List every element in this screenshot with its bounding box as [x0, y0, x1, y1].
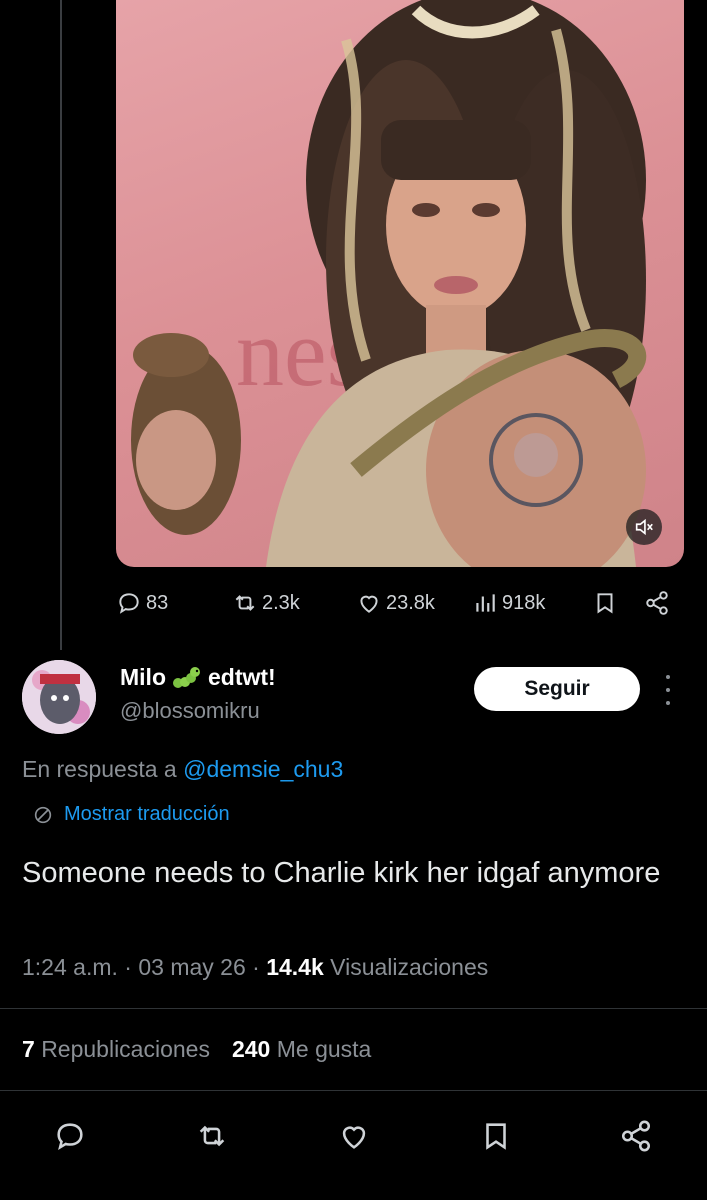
- repost-icon: [235, 595, 255, 611]
- reply-button[interactable]: [46, 1112, 94, 1160]
- share-icon: [621, 1120, 651, 1152]
- repost-button[interactable]: [188, 1112, 236, 1160]
- share-icon: [646, 591, 668, 615]
- bookmark-action[interactable]: [592, 590, 618, 616]
- show-translation-label: Mostrar traducción: [64, 803, 230, 825]
- reply-action[interactable]: 83: [116, 590, 168, 616]
- avatar[interactable]: [22, 660, 96, 734]
- likes-stat[interactable]: 240 Me gusta: [232, 1036, 371, 1063]
- reply-to-prefix: En respuesta a: [22, 756, 177, 782]
- like-count: 23.8k: [386, 591, 435, 614]
- more-dot: [666, 701, 670, 705]
- tweet-date[interactable]: 03 may 26: [138, 954, 245, 980]
- like-icon: [342, 1126, 366, 1149]
- more-dot: [666, 675, 670, 679]
- display-name-suffix: edtwt!: [208, 664, 276, 690]
- more-dot: [666, 688, 670, 692]
- views-total: 14.4k: [266, 954, 324, 980]
- more-options-button[interactable]: [662, 675, 674, 705]
- share-button[interactable]: [612, 1112, 660, 1160]
- photo-illustration: nes: [131, 0, 647, 567]
- bookmark-button[interactable]: [472, 1112, 520, 1160]
- views-action[interactable]: 918k: [472, 590, 545, 616]
- divider: [0, 1090, 707, 1091]
- meta-separator: ·: [252, 954, 267, 980]
- reply-icon: [57, 1123, 83, 1151]
- mute-toggle-button[interactable]: [626, 509, 662, 545]
- show-translation-link[interactable]: Mostrar traducción: [32, 803, 230, 826]
- reposts-stat-label: Republicaciones: [41, 1036, 210, 1062]
- translate-icon: [34, 806, 52, 823]
- user-handle[interactable]: @blossomikru: [120, 698, 260, 724]
- divider: [0, 1008, 707, 1009]
- tweet-text: Someone needs to Charlie kirk her idgaf …: [22, 857, 661, 889]
- tweet-media-image[interactable]: nes: [116, 0, 684, 567]
- caterpillar-emoji: [173, 666, 200, 688]
- like-icon: [360, 595, 378, 613]
- repost-action[interactable]: 2.3k: [232, 590, 300, 616]
- avatar-image: [22, 660, 96, 734]
- views-count: 918k: [502, 591, 546, 614]
- like-action[interactable]: 23.8k: [356, 590, 435, 616]
- display-name-text: Milo: [120, 664, 166, 690]
- thread-connector-line: [60, 0, 62, 650]
- views-icon: [476, 594, 495, 612]
- reposts-stat-count: 7: [22, 1036, 35, 1062]
- views-total-label: Visualizaciones: [330, 954, 489, 980]
- display-name[interactable]: Milo edtwt!: [120, 664, 276, 691]
- engagement-stats: 7 Republicaciones 240 Me gusta: [22, 1036, 371, 1063]
- repost-icon: [199, 1125, 225, 1147]
- tweet-meta: 1:24 a.m. · 03 may 26 · 14.4k Visualizac…: [22, 954, 488, 981]
- reposts-stat[interactable]: 7 Republicaciones: [22, 1036, 210, 1063]
- bookmark-icon: [597, 593, 613, 614]
- likes-stat-label: Me gusta: [276, 1036, 372, 1062]
- reply-to-handle-link[interactable]: @demsie_chu3: [183, 756, 343, 782]
- share-action[interactable]: [644, 590, 670, 616]
- repost-count: 2.3k: [262, 591, 300, 614]
- reply-count: 83: [146, 591, 169, 614]
- bookmark-icon: [486, 1123, 506, 1150]
- follow-button[interactable]: Seguir: [474, 667, 640, 711]
- likes-stat-count: 240: [231, 1036, 271, 1062]
- like-button[interactable]: [330, 1112, 378, 1160]
- meta-separator: ·: [124, 954, 139, 980]
- reply-icon: [119, 593, 139, 614]
- tweet-time[interactable]: 1:24 a.m.: [22, 954, 118, 980]
- mute-icon: [635, 518, 653, 536]
- reply-context: En respuesta a @demsie_chu3: [22, 756, 343, 783]
